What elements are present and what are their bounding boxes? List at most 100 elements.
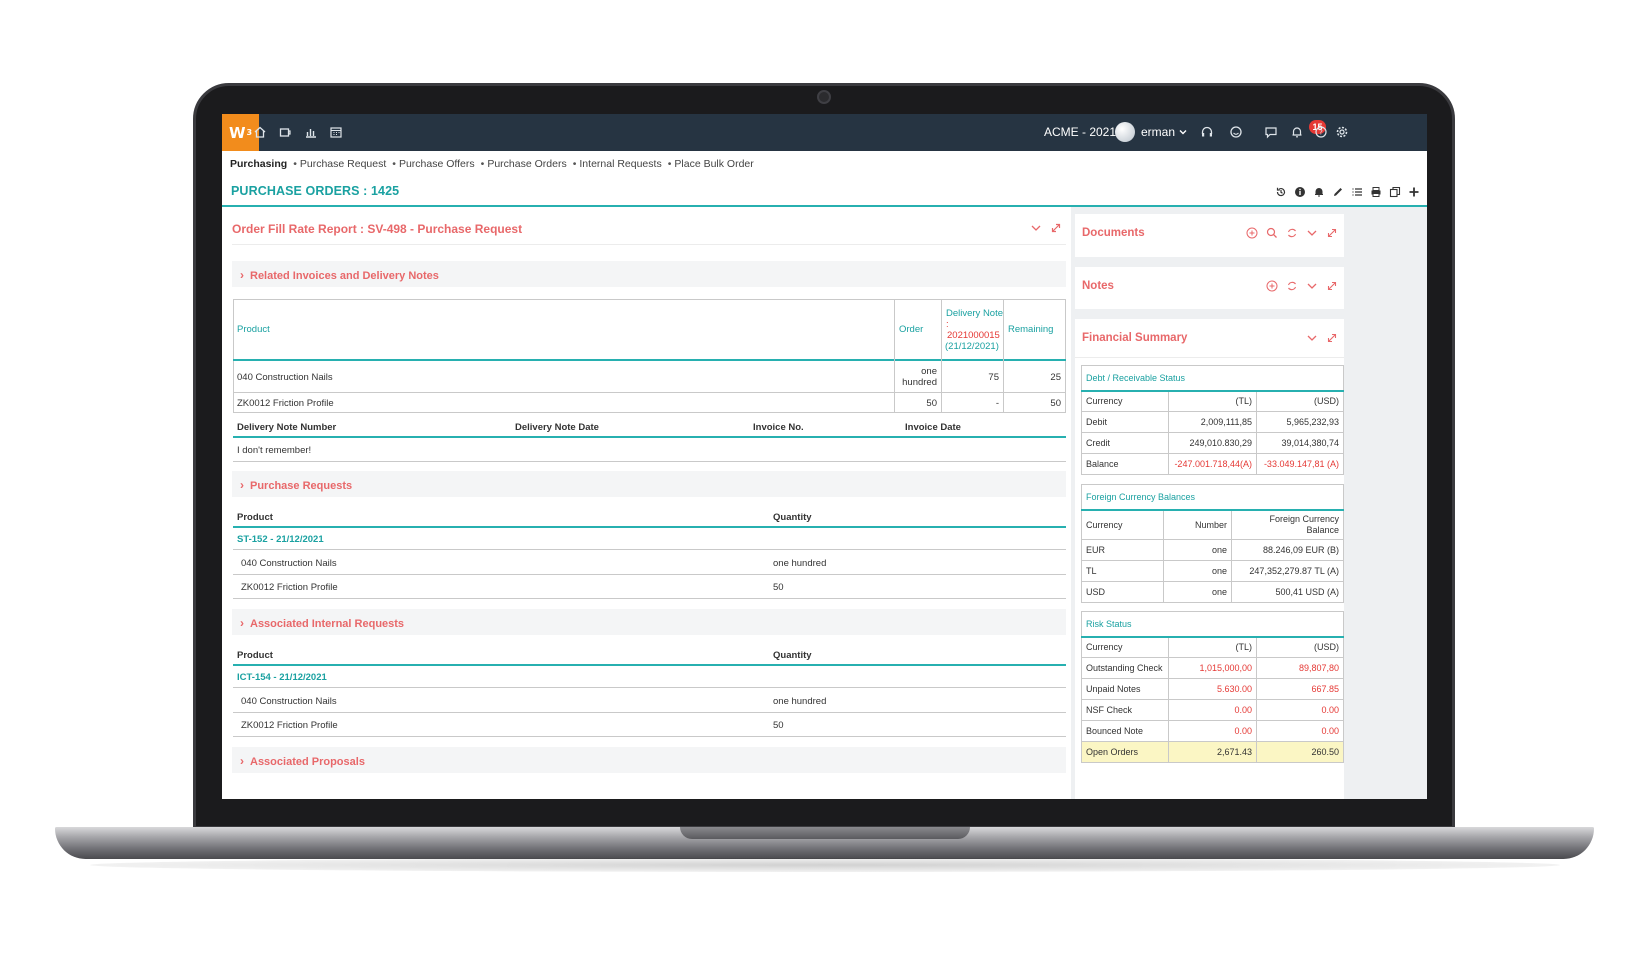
cell-order: hundred — [902, 377, 937, 388]
row-divider — [233, 461, 1066, 462]
cell-order: 50 — [926, 398, 937, 409]
pr-quantity: one hundred — [773, 558, 827, 569]
breadcrumb-purchase-orders[interactable]: Purchase Orders — [481, 158, 566, 170]
history-icon[interactable] — [1273, 184, 1288, 199]
report-title: Order Fill Rate Report : SV-498 - Purcha… — [232, 222, 523, 236]
ir-group-link[interactable]: ICT-154 - 21/12/2021 — [237, 672, 327, 683]
copy-icon[interactable] — [1387, 184, 1402, 199]
alarm-bell-icon[interactable] — [1311, 184, 1326, 199]
cell-delivery: - — [995, 398, 999, 409]
avatar[interactable] — [1115, 122, 1135, 142]
section-purchase-requests[interactable]: Purchase Requests — [232, 471, 1066, 497]
fx-number: one — [1163, 539, 1232, 561]
fx-col-number: Number — [1163, 509, 1232, 540]
th-delivery-note-date: Delivery Note Date — [515, 422, 599, 433]
info-icon[interactable] — [1292, 184, 1307, 199]
ir-product: ZK0012 Friction Profile — [241, 720, 338, 731]
headset-icon[interactable] — [1198, 123, 1216, 141]
notes-tools — [1265, 279, 1338, 292]
chevron-down-icon[interactable] — [1174, 123, 1192, 141]
th-product: Product — [237, 324, 270, 335]
collapse-icon[interactable] — [1305, 279, 1318, 292]
risk-usd: 0.00 — [1256, 699, 1344, 721]
row-divider — [233, 392, 1066, 393]
home-icon[interactable] — [251, 123, 269, 141]
risk-label: Unpaid Notes — [1081, 678, 1169, 700]
fx-col-fc-l1: Foreign Currency — [1269, 513, 1339, 524]
expand-icon[interactable] — [1325, 226, 1338, 239]
debt-col-tl: (TL) — [1168, 390, 1257, 412]
list-icon[interactable] — [1349, 184, 1364, 199]
add-circle-icon[interactable] — [1265, 279, 1278, 292]
breadcrumb: Purchasing Purchase Request Purchase Off… — [230, 158, 760, 170]
smiley-icon[interactable] — [1227, 123, 1245, 141]
top-bar: W3 ACME - 2021 erman 15 ? — [222, 114, 1427, 151]
refresh-icon[interactable] — [1285, 279, 1298, 292]
cell-remaining: 50 — [1050, 398, 1061, 409]
expand-icon[interactable] — [1325, 331, 1338, 344]
fx-currency: TL — [1081, 560, 1164, 582]
laptop-notch — [680, 827, 970, 839]
row-divider — [233, 598, 1066, 599]
cell-delivery: 75 — [988, 372, 999, 383]
breadcrumb-purchase-request[interactable]: Purchase Request — [293, 158, 386, 170]
th-remaining: Remaining — [1008, 324, 1054, 335]
gear-icon[interactable] — [1333, 123, 1351, 141]
breadcrumb-place-bulk-order[interactable]: Place Bulk Order — [668, 158, 753, 170]
app-screen: W3 ACME - 2021 erman 15 ? Purchasing • P… — [222, 114, 1427, 799]
calendar-icon[interactable] — [327, 123, 345, 141]
logo-text: W — [228, 123, 246, 142]
add-icon[interactable] — [1406, 184, 1421, 199]
risk-tl: 5.630.00 — [1168, 678, 1257, 700]
risk-title: Risk Status — [1081, 611, 1344, 638]
ir-quantity: one hundred — [773, 696, 827, 707]
collapse-icon[interactable] — [1305, 226, 1318, 239]
print-icon[interactable] — [1368, 184, 1383, 199]
pr-group-link[interactable]: ST-152 - 21/12/2021 — [237, 534, 324, 545]
add-circle-icon[interactable] — [1245, 226, 1258, 239]
th-order: Order — [899, 324, 924, 335]
section-internal-requests[interactable]: Associated Internal Requests — [232, 609, 1066, 635]
section-related-invoices[interactable]: Related Invoices and Delivery Notes — [232, 261, 1066, 287]
help-icon[interactable]: ? — [1312, 123, 1330, 141]
collapse-icon[interactable] — [1030, 221, 1042, 239]
section-label: Related Invoices and Delivery Notes — [240, 268, 439, 282]
cell-product: ZK0012 Friction Profile — [237, 398, 334, 409]
fx-balance: 500,41 USD (A) — [1231, 581, 1344, 603]
th-delivery-note: Delivery Note — [946, 308, 1004, 319]
ir-header-rule — [233, 664, 1066, 666]
edit-icon[interactable] — [1330, 184, 1345, 199]
breadcrumb-root[interactable]: Purchasing — [230, 158, 287, 170]
page-title: PURCHASE ORDERS : 1425 — [231, 184, 400, 198]
fx-col-fc-l2: Balance — [1306, 524, 1339, 535]
fin-title-divider — [1075, 357, 1344, 358]
pr-header-rule — [233, 526, 1066, 528]
dn-header-rule — [233, 436, 1066, 438]
expand-icon[interactable] — [1325, 279, 1338, 292]
refresh-icon[interactable] — [1285, 226, 1298, 239]
cell-product: 040 Construction Nails — [237, 372, 333, 383]
debt-tl: 249,010.830,29 — [1168, 432, 1257, 454]
breadcrumb-internal-requests[interactable]: Internal Requests — [573, 158, 661, 170]
section-associated-proposals[interactable]: Associated Proposals — [232, 747, 1066, 773]
risk-usd: 89,807,80 — [1256, 657, 1344, 679]
chart-icon[interactable] — [302, 123, 320, 141]
expand-icon[interactable] — [1050, 221, 1062, 239]
chat-icon[interactable] — [1262, 123, 1280, 141]
bell-icon[interactable] — [1288, 123, 1306, 141]
search-icon[interactable] — [1265, 226, 1278, 239]
th-delivery-number: 2021000015 — [947, 330, 1000, 341]
debt-label: Credit — [1081, 432, 1169, 454]
debt-col-usd: (USD) — [1256, 390, 1344, 412]
company-label[interactable]: ACME - 2021 — [1044, 125, 1116, 139]
section-label: Purchase Requests — [240, 478, 352, 492]
camera — [817, 90, 831, 104]
box-icon[interactable] — [276, 123, 294, 141]
breadcrumb-purchase-offers[interactable]: Purchase Offers — [392, 158, 475, 170]
col-divider — [1003, 299, 1004, 413]
collapse-icon[interactable] — [1305, 331, 1318, 344]
risk-tl: 0.00 — [1168, 699, 1257, 721]
dn-note: I don't remember! — [237, 445, 312, 456]
risk-label: Open Orders — [1081, 741, 1169, 763]
user-name[interactable]: erman — [1141, 125, 1175, 139]
